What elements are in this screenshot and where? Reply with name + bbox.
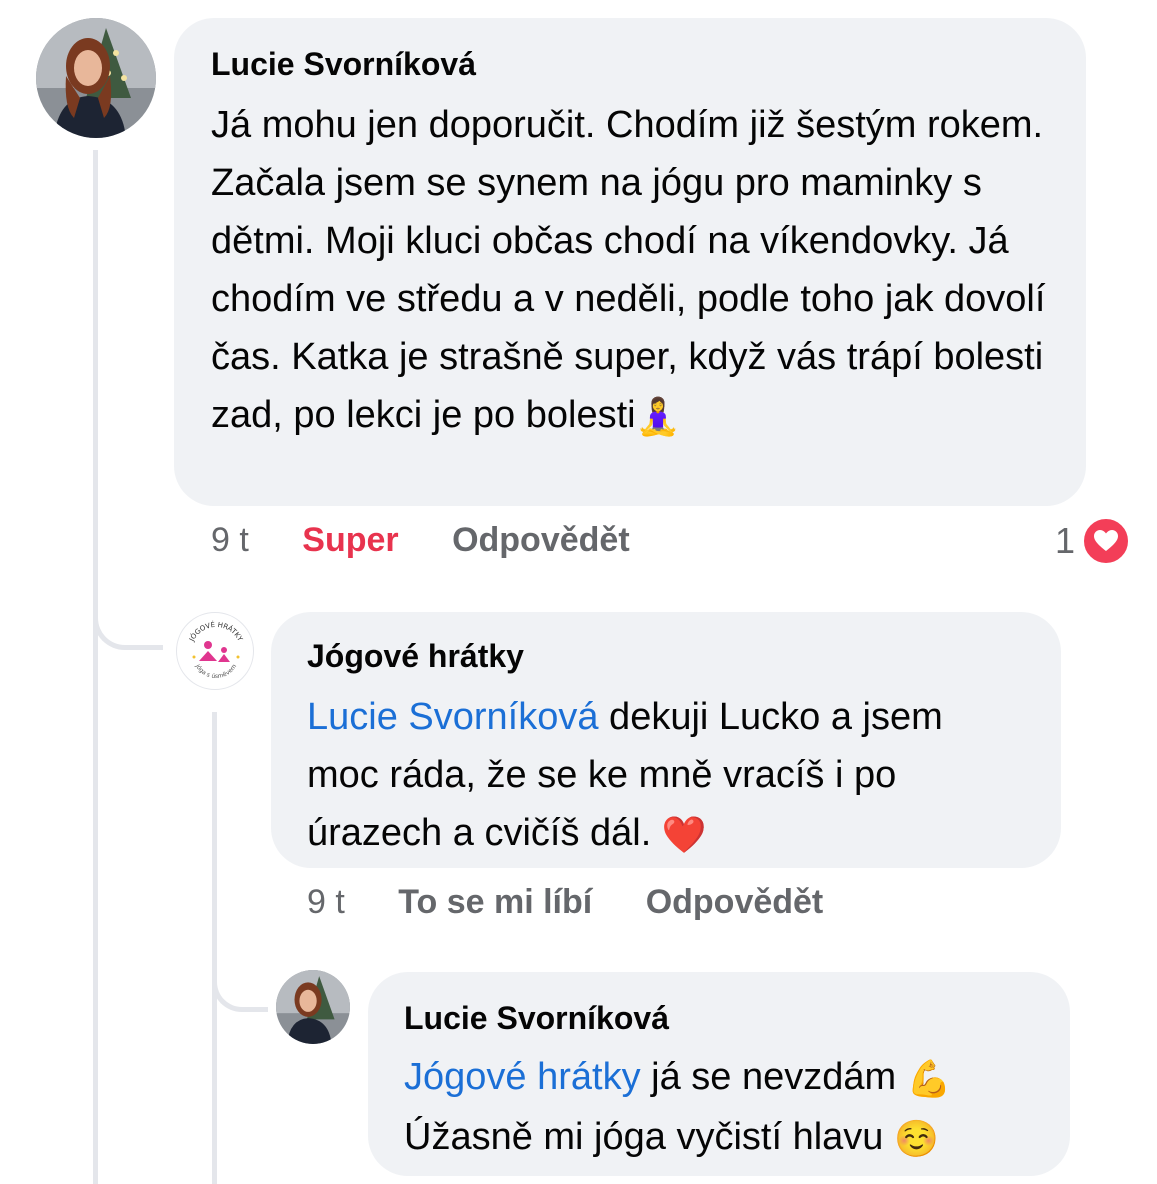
- reply-bubble: Jógové hrátky Lucie Svorníková dekuji Lu…: [271, 612, 1061, 868]
- comment-text: Já mohu jen doporučit. Chodím již šestým…: [211, 96, 1050, 446]
- reply-author[interactable]: Lucie Svorníková: [404, 998, 1034, 1038]
- comment-actions: 9 t Super Odpovědět: [211, 521, 630, 560]
- comment-text-content: Já mohu jen doporučit. Chodím již šestým…: [211, 104, 1046, 436]
- reply-timestamp[interactable]: 9 t: [307, 883, 345, 921]
- mention-link[interactable]: Lucie Svorníková: [307, 696, 599, 738]
- reply-bubble: Lucie Svorníková Jógové hrátky já se nev…: [368, 972, 1070, 1176]
- yoga-emoji-icon: 🧘‍♀️: [635, 395, 681, 437]
- reaction-button[interactable]: Super: [302, 521, 398, 559]
- avatar[interactable]: [36, 18, 156, 138]
- svg-text:JÓGOVÉ HRÁTKY: JÓGOVÉ HRÁTKY: [187, 620, 244, 644]
- mention-link[interactable]: Jógové hrátky: [404, 1056, 641, 1098]
- reaction-count[interactable]: 1: [1055, 516, 1132, 566]
- reply-button[interactable]: Odpovědět: [646, 883, 824, 921]
- page-avatar[interactable]: JÓGOVÉ HRÁTKY jóga s úsměvem: [176, 612, 254, 690]
- thread-branch-reply1: [93, 560, 163, 650]
- reply-text: Jógové hrátky já se nevzdám 💪 Úžasně mi …: [404, 1048, 1034, 1168]
- comment-timestamp[interactable]: 9 t: [211, 521, 249, 559]
- reply-button[interactable]: Odpovědět: [452, 521, 630, 559]
- red-heart-emoji-icon: ❤️: [661, 813, 707, 855]
- reply-actions: 9 t To se mi líbí Odpovědět: [307, 883, 823, 922]
- like-button[interactable]: To se mi líbí: [398, 883, 592, 921]
- flexed-biceps-emoji-icon: 💪: [906, 1057, 952, 1099]
- thread-line-main: [93, 150, 98, 1184]
- smiling-face-emoji-icon: ☺️: [893, 1117, 939, 1159]
- reply-text-line: já se nevzdám: [640, 1056, 907, 1098]
- comment-bubble: Lucie Svorníková Já mohu jen doporučit. …: [174, 18, 1086, 506]
- svg-text:jóga s úsměvem: jóga s úsměvem: [193, 662, 238, 680]
- heart-icon: [1081, 516, 1132, 566]
- comment-author[interactable]: Lucie Svorníková: [211, 44, 1050, 84]
- avatar[interactable]: [276, 970, 350, 1044]
- reply-text: Lucie Svorníková dekuji Lucko a jsem moc…: [307, 688, 1025, 864]
- reaction-count-value: 1: [1055, 520, 1076, 561]
- reply-text-line: Úžasně mi jóga vyčistí hlavu: [404, 1115, 894, 1158]
- thread-branch-reply2: [212, 930, 268, 1012]
- reply-author[interactable]: Jógové hrátky: [307, 636, 1025, 676]
